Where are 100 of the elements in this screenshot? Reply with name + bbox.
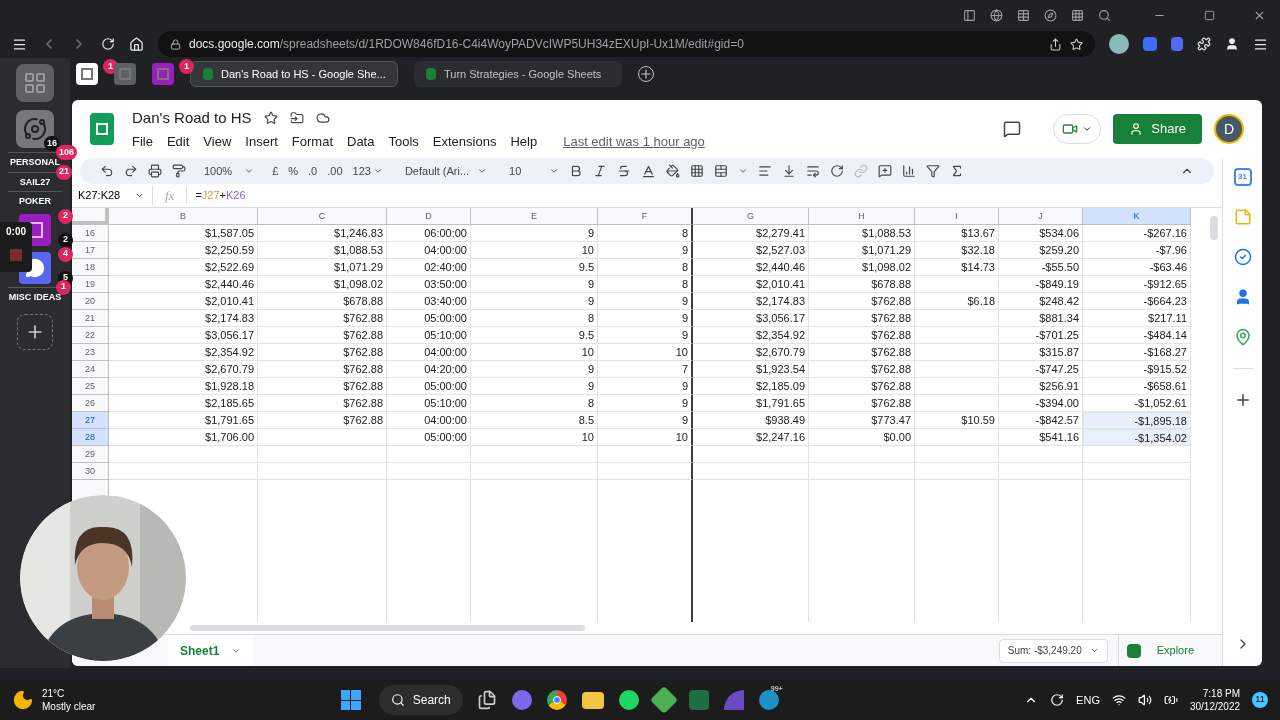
comments-icon[interactable] [1003, 120, 1022, 138]
row-header[interactable]: 26 [72, 395, 109, 412]
row-header[interactable]: 21 [72, 310, 109, 327]
browser-tab[interactable]: Turn Strategies - Google Sheets [414, 61, 622, 87]
print-icon[interactable] [148, 164, 162, 178]
merge-cells-icon[interactable] [714, 164, 729, 178]
sync-icon[interactable] [1050, 693, 1065, 707]
browser-icon[interactable] [546, 690, 567, 710]
avatar[interactable]: D [1214, 114, 1244, 144]
weather-icon[interactable] [12, 689, 34, 711]
paint-format-icon[interactable] [172, 164, 186, 178]
zoom-select[interactable]: 100% [204, 162, 255, 180]
column-header[interactable]: C [258, 208, 387, 225]
spreadsheet-app-icon[interactable] [688, 690, 709, 710]
compass-icon[interactable] [1044, 8, 1057, 22]
filter-icon[interactable] [926, 164, 941, 178]
vertical-align-icon[interactable] [782, 164, 797, 178]
move-icon[interactable] [289, 110, 304, 125]
column-header[interactable]: F [598, 208, 693, 225]
app-icon[interactable] [758, 690, 779, 710]
vertical-scrollbar[interactable] [1210, 216, 1218, 240]
row-header[interactable]: 16 [72, 225, 109, 242]
notes-extension-icon[interactable] [1171, 37, 1183, 51]
increase-decimal-button[interactable]: .00 [327, 162, 343, 180]
new-tab-icon[interactable] [638, 66, 654, 82]
globe-icon[interactable] [990, 8, 1003, 22]
calendar-icon[interactable]: 31 [1233, 168, 1252, 186]
row-header[interactable]: 28 [72, 429, 109, 446]
text-color-icon[interactable] [641, 163, 657, 179]
percent-format-button[interactable]: % [288, 162, 299, 180]
wizard-icon[interactable] [723, 690, 744, 710]
row-header[interactable]: 17 [72, 242, 109, 259]
wifi-icon[interactable] [1111, 693, 1126, 707]
italic-icon[interactable] [593, 164, 608, 178]
profile-icon[interactable] [1109, 34, 1129, 54]
windows-icon[interactable] [340, 690, 361, 710]
redo-icon[interactable] [124, 164, 138, 178]
fill-color-icon[interactable] [666, 164, 681, 178]
add-comment-icon[interactable] [878, 164, 893, 178]
align-icon[interactable] [758, 164, 773, 178]
menu-item[interactable]: Tools [388, 132, 419, 152]
row-header[interactable]: 20 [72, 293, 109, 310]
cloud-icon[interactable] [315, 110, 330, 125]
row-header[interactable]: 24 [72, 361, 109, 378]
address-bar[interactable]: docs.google.com/spreadsheets/d/1RDOW846fD16-C4i4WoyPADVcIWP5UH34zEXUpI-Ux1M/edit#gid=0 [158, 31, 1095, 57]
horizontal-scrollbar[interactable] [190, 625, 585, 631]
menu-item[interactable]: Help [510, 132, 538, 152]
menu-item[interactable]: Format [291, 132, 333, 152]
share-button[interactable]: Share [1113, 114, 1202, 144]
task-view-icon[interactable] [476, 690, 497, 710]
menu-item[interactable]: Data [347, 132, 375, 152]
star-icon[interactable] [263, 110, 278, 125]
font-select[interactable]: Default (Ari... [404, 162, 488, 180]
maximize-icon[interactable] [1204, 9, 1215, 21]
row-header[interactable]: 22 [72, 327, 109, 344]
text-rotation-icon[interactable] [830, 164, 845, 178]
taskbar-search[interactable]: Search [378, 685, 463, 715]
row-header[interactable]: 25 [72, 378, 109, 395]
account-icon[interactable] [1225, 37, 1239, 51]
battery-icon[interactable] [1163, 693, 1178, 707]
formula-field[interactable]: =J27+K26 [186, 187, 246, 204]
column-header[interactable]: D [387, 208, 471, 225]
menu-item[interactable]: View [203, 132, 232, 152]
row-header[interactable]: 23 [72, 344, 109, 361]
menu-icon[interactable] [12, 36, 27, 52]
row-header[interactable]: 27 [72, 412, 109, 429]
share-icon[interactable] [1049, 37, 1062, 51]
video-chat-icon[interactable] [511, 690, 532, 710]
font-size-select[interactable]: 10 [509, 162, 560, 180]
bold-icon[interactable] [569, 164, 584, 178]
sheet-tab[interactable]: Sheet1 [168, 634, 254, 666]
row-header[interactable]: 30 [72, 463, 109, 480]
reload-icon[interactable] [101, 37, 115, 51]
menu-icon[interactable] [1253, 36, 1268, 52]
document-title[interactable]: Dan's Road to HS [132, 106, 252, 129]
text-wrap-icon[interactable] [806, 164, 821, 178]
more-formats-select[interactable]: 123 [352, 162, 383, 180]
music-icon[interactable] [618, 690, 639, 710]
column-header[interactable]: K [1083, 208, 1191, 225]
chart-icon[interactable] [902, 164, 917, 178]
menu-item[interactable]: File [132, 132, 153, 152]
chat-extension-icon[interactable] [1143, 37, 1157, 51]
menu-item[interactable]: Insert [245, 132, 278, 152]
sidebar-icon[interactable] [963, 8, 976, 22]
column-header[interactable]: B [109, 208, 258, 225]
name-box[interactable]: K27:K28 [72, 187, 152, 204]
workspace-label[interactable]: POKER [19, 195, 51, 209]
menu-item[interactable]: Extensions [432, 132, 497, 152]
volume-icon[interactable] [1137, 693, 1152, 707]
row-header[interactable]: 18 [72, 259, 109, 276]
folder-icon[interactable] [581, 691, 604, 709]
row-header[interactable]: 19 [72, 276, 109, 293]
add-workspace-button[interactable] [17, 314, 53, 350]
undo-icon[interactable] [100, 164, 114, 178]
row-header[interactable]: 29 [72, 446, 109, 463]
strikethrough-icon[interactable] [617, 164, 632, 178]
explore-button[interactable]: Explore [1117, 634, 1202, 666]
menu-item[interactable]: Edit [166, 132, 190, 152]
last-edit-link[interactable]: Last edit was 1 hour ago [563, 132, 705, 152]
grid-icon[interactable] [1071, 8, 1084, 22]
